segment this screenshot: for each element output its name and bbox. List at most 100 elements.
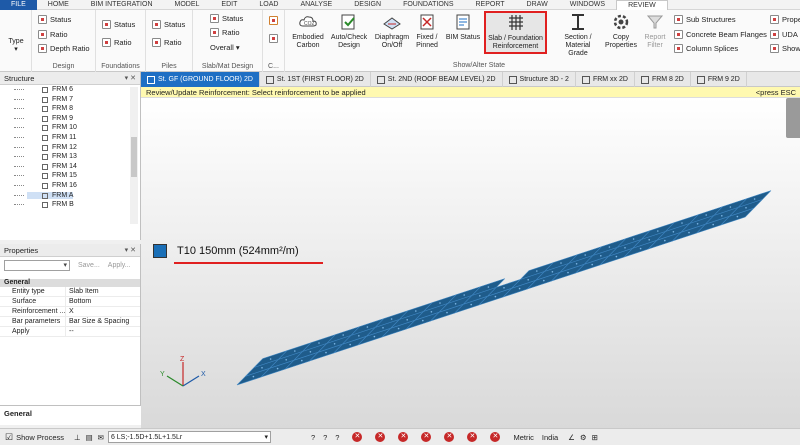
sub-structures-button[interactable]: Sub Structures <box>674 15 736 24</box>
property-value[interactable]: Slab Item <box>66 287 99 296</box>
section-material-grade-button[interactable]: Section / Material Grade <box>557 12 599 57</box>
properties-preset-dropdown[interactable] <box>4 259 70 271</box>
fixed-pinned-button[interactable]: Fixed / Pinned <box>412 12 442 56</box>
slab-foundation-reinforcement-button[interactable]: Slab / Foundation Reinforcement <box>484 11 547 54</box>
autocheck-design-button[interactable]: Auto/Check Design <box>328 12 370 56</box>
settings-icon[interactable]: ⚙ <box>580 433 587 442</box>
error-icon[interactable]: ✕ <box>421 432 432 442</box>
reinforcement-legend: T10 150mm (524mm²/m) <box>153 244 299 258</box>
general-group-header[interactable]: General <box>0 279 140 287</box>
piles-status-button[interactable]: Status <box>152 20 185 29</box>
property-value[interactable]: Bottom <box>66 297 91 306</box>
combination-icon[interactable]: ▤ <box>86 433 93 442</box>
properties-ribbon-button[interactable]: Prope <box>770 15 800 24</box>
foundations-status-button[interactable]: Status <box>102 20 135 29</box>
error-icon[interactable]: ✕ <box>467 432 478 442</box>
tree-item[interactable]: FRM A <box>0 191 140 201</box>
copy-properties-button[interactable]: Copy Properties <box>602 12 640 56</box>
error-icon[interactable]: ✕ <box>375 432 386 442</box>
menu-home[interactable]: HOME <box>37 0 80 10</box>
design-ratio-button[interactable]: Ratio <box>38 30 68 39</box>
menu-load[interactable]: LOAD <box>248 0 289 10</box>
uda-button[interactable]: UDA <box>770 30 798 39</box>
help-icon-2[interactable]: ? <box>323 433 327 442</box>
load-combination-dropdown[interactable]: 6 LS;-1.5D+1.5L+1.5Lr <box>107 431 271 443</box>
mail-icon[interactable]: ✉ <box>98 433 104 442</box>
view-tab[interactable]: FRM 8 2D <box>635 72 691 87</box>
error-icon[interactable]: ✕ <box>444 432 455 442</box>
design-status-button[interactable]: Status <box>38 15 71 24</box>
loading-icon[interactable]: ⊥ <box>74 433 81 442</box>
piles-ratio-button[interactable]: Ratio <box>152 38 182 47</box>
panel-buttons[interactable]: ▾ ✕ <box>125 72 136 85</box>
show-button[interactable]: Show/ <box>770 44 800 53</box>
property-row[interactable]: Bar parameters Bar Size & Spacing <box>0 317 140 327</box>
pencil-icon[interactable] <box>269 16 281 25</box>
view-tab[interactable]: St. 2ND (ROOF BEAM LEVEL) 2D <box>371 72 503 87</box>
brush-icon[interactable] <box>269 34 281 43</box>
menu-file[interactable]: FILE <box>0 0 37 10</box>
tree-item[interactable]: FRM 6 <box>0 85 140 95</box>
property-row[interactable]: Surface Bottom <box>0 297 140 307</box>
concrete-beam-flanges-button[interactable]: Concrete Beam Flanges <box>674 30 767 39</box>
bim-status-button[interactable]: BIM Status <box>443 12 483 56</box>
depth-ratio-button[interactable]: Depth Ratio <box>38 44 90 53</box>
tree-item[interactable]: FRM 9 <box>0 114 140 124</box>
menu-model[interactable]: MODEL <box>164 0 211 10</box>
menu-foundations[interactable]: FOUNDATIONS <box>392 0 464 10</box>
region-label[interactable]: India <box>542 433 558 442</box>
slabmat-status-button[interactable]: Status <box>210 14 243 23</box>
error-icon[interactable]: ✕ <box>352 432 363 442</box>
units-label[interactable]: Metric <box>513 433 533 442</box>
tree-item[interactable]: FRM 14 <box>0 162 140 172</box>
menu-report[interactable]: REPORT <box>465 0 516 10</box>
menu-bim-integration[interactable]: BIM INTEGRATION <box>80 0 164 10</box>
property-value[interactable]: Bar Size & Spacing <box>66 317 129 326</box>
apply-button[interactable]: Apply... <box>108 262 131 269</box>
menu-draw[interactable]: DRAW <box>516 0 559 10</box>
tree-item[interactable]: FRM 15 <box>0 171 140 181</box>
menu-analyse[interactable]: ANALYSE <box>289 0 343 10</box>
diaphragm-button[interactable]: Diaphragm On/Off <box>372 12 412 56</box>
angle-icon[interactable]: ∠ <box>568 433 575 442</box>
tree-item[interactable]: FRM 7 <box>0 95 140 105</box>
property-value[interactable]: -- <box>66 327 74 336</box>
tree-item[interactable]: FRM 8 <box>0 104 140 114</box>
help-icon-3[interactable]: ? <box>335 433 339 442</box>
scrollbar-thumb[interactable] <box>131 137 137 177</box>
slabmat-ratio-button[interactable]: Ratio <box>210 28 240 37</box>
view-tab[interactable]: St. GF (GROUND FLOOR) 2D <box>141 72 260 87</box>
tree-scrollbar[interactable] <box>130 87 138 224</box>
menu-design[interactable]: DESIGN <box>343 0 392 10</box>
embodied-carbon-button[interactable]: CO2 Embodied Carbon <box>289 12 327 56</box>
panel-buttons[interactable]: ▾ ✕ <box>125 244 136 257</box>
view-cube-icon[interactable] <box>786 98 800 138</box>
column-splices-button[interactable]: Column Splices <box>674 44 738 53</box>
tree-item[interactable]: FRM 10 <box>0 123 140 133</box>
property-value[interactable]: X <box>66 307 74 316</box>
view-tab[interactable]: Structure 3D - 2 <box>503 72 576 87</box>
show-process-button[interactable]: ☑ Show Process <box>5 432 64 443</box>
tree-item[interactable]: FRM 13 <box>0 152 140 162</box>
menu-windows[interactable]: WINDOWS <box>559 0 616 10</box>
property-row[interactable]: Entity type Slab Item <box>0 287 140 297</box>
error-icon[interactable]: ✕ <box>398 432 409 442</box>
help-icon[interactable]: ? <box>311 433 315 442</box>
view-tab[interactable]: FRM 9 2D <box>691 72 747 87</box>
grid-icon[interactable]: ⊞ <box>592 433 598 442</box>
view-tab[interactable]: FRM xx 2D <box>576 72 635 87</box>
menu-review[interactable]: REVIEW <box>616 0 668 10</box>
save-button[interactable]: Save... <box>78 262 100 269</box>
foundations-ratio-button[interactable]: Ratio <box>102 38 132 47</box>
menu-edit[interactable]: EDIT <box>210 0 248 10</box>
tree-item[interactable]: FRM 12 <box>0 143 140 153</box>
overall-dropdown[interactable]: Overall ▾ <box>210 43 240 52</box>
view-tab[interactable]: St. 1ST (FIRST FLOOR) 2D <box>260 72 371 87</box>
tree-item[interactable]: FRM B <box>0 200 140 210</box>
property-row[interactable]: Reinforcement ... X <box>0 307 140 317</box>
tree-item[interactable]: FRM 16 <box>0 181 140 191</box>
report-filter-button[interactable]: Report Filter <box>641 12 669 56</box>
error-icon[interactable]: ✕ <box>490 432 501 442</box>
tree-item[interactable]: FRM 11 <box>0 133 140 143</box>
property-row[interactable]: Apply -- <box>0 327 140 337</box>
